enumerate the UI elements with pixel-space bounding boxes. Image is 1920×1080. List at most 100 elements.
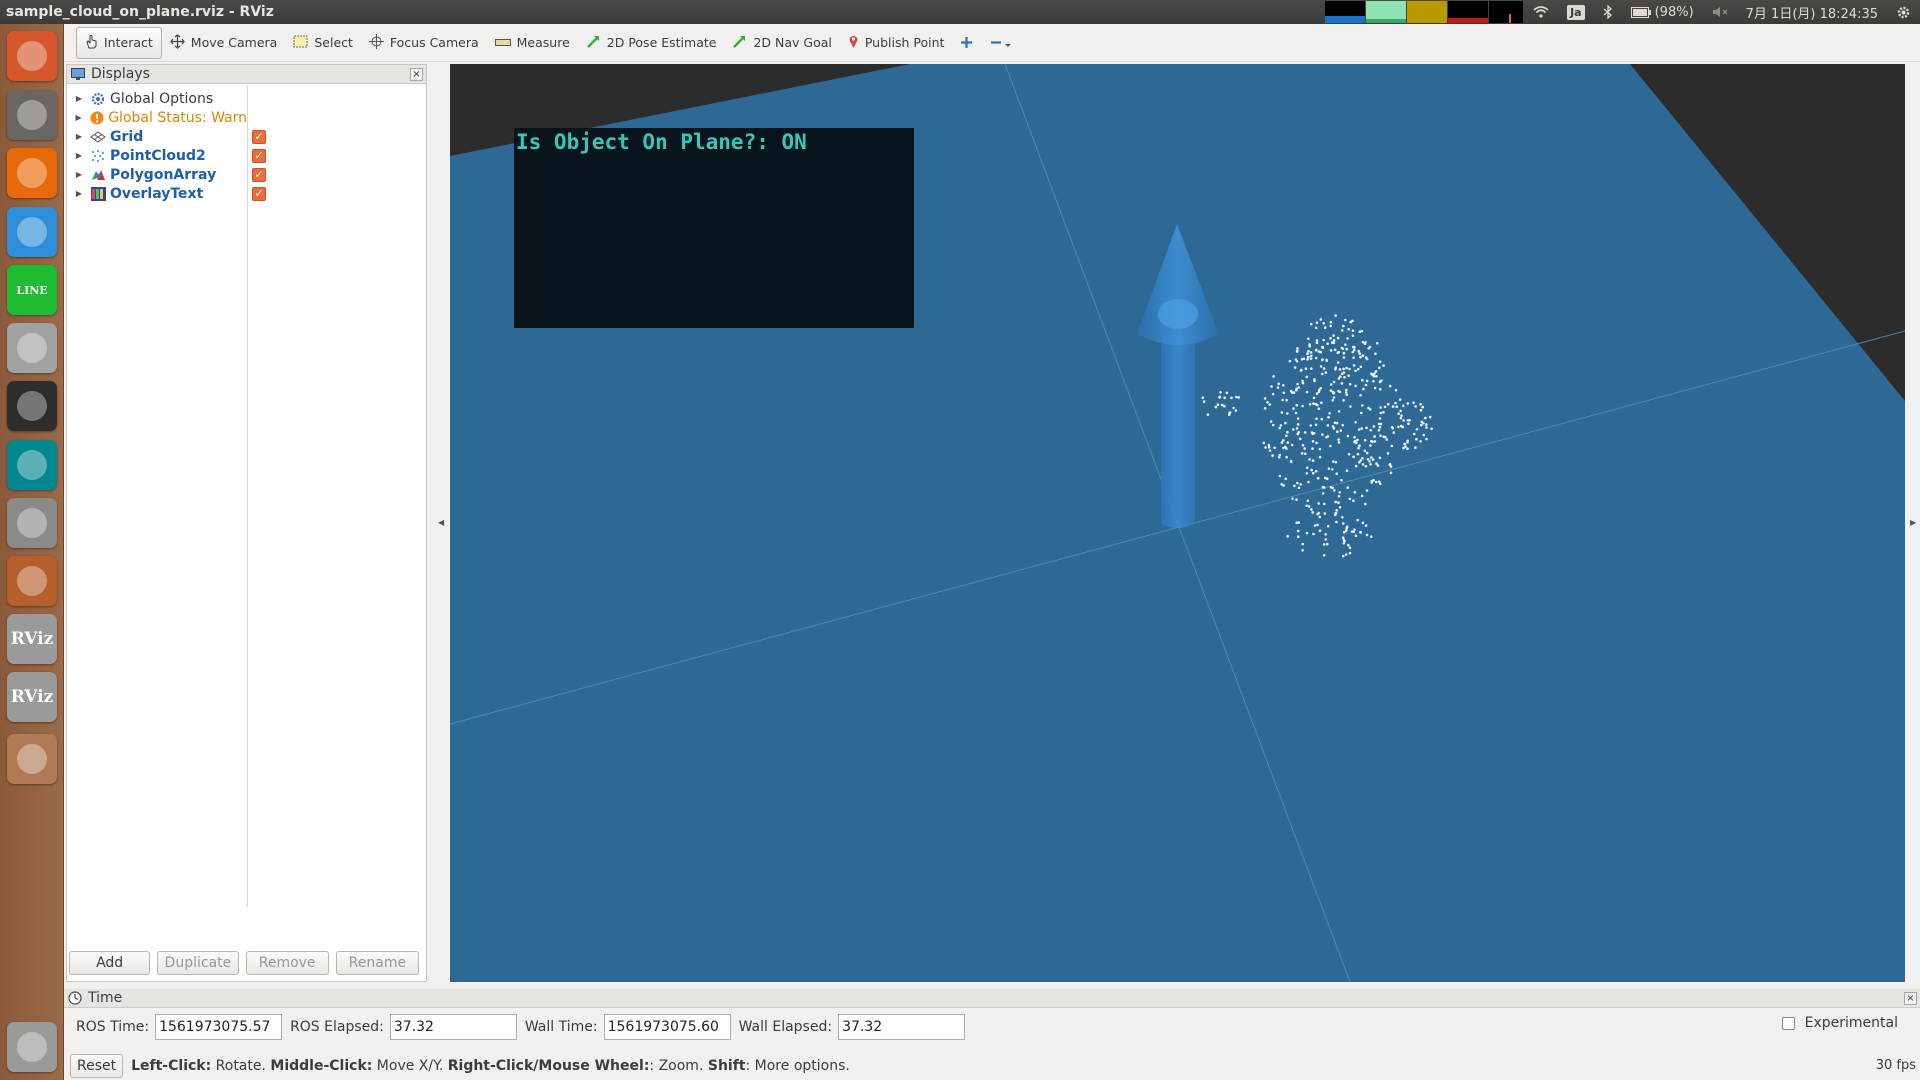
- reset-button[interactable]: Reset: [70, 1054, 124, 1078]
- display-item[interactable]: ▶ PolygonArray ✓: [67, 165, 266, 184]
- expand-arrow-icon[interactable]: ▶: [72, 113, 85, 122]
- close-icon[interactable]: ×: [1904, 992, 1917, 1005]
- help-more: : More options.: [745, 1058, 850, 1074]
- input-method-indicator[interactable]: Ja: [1567, 4, 1585, 20]
- launcher-trash-icon[interactable]: [7, 1022, 57, 1072]
- expand-arrow-icon[interactable]: ▶: [72, 151, 86, 160]
- display-item[interactable]: ▶ Global Options: [67, 89, 247, 108]
- gear-icon: [90, 91, 106, 107]
- tool-label: Publish Point: [864, 35, 945, 50]
- display-item[interactable]: ▶ Grid ✓: [67, 127, 266, 146]
- tool-label: 2D Nav Goal: [753, 35, 832, 50]
- wall-time-field[interactable]: 1561973075.60: [603, 1014, 731, 1040]
- launcher-ubuntu-dash-icon[interactable]: [7, 31, 57, 81]
- launcher-rviz-2-icon[interactable]: RViz: [7, 672, 57, 722]
- expand-arrow-icon[interactable]: ▶: [72, 132, 86, 141]
- wall-elapsed-label: Wall Elapsed:: [738, 1019, 833, 1035]
- display-item[interactable]: ▶ PointCloud2 ✓: [67, 146, 266, 165]
- tool-measure-button[interactable]: Measure: [487, 27, 578, 59]
- launcher-glyph: [17, 566, 47, 596]
- collapse-right-arrow-icon[interactable]: ▶: [1910, 518, 1916, 527]
- fps-counter: 30 fps: [1875, 1058, 1916, 1073]
- ros-time-field[interactable]: 1561973075.57: [155, 1014, 283, 1040]
- help-shift: Shift: [707, 1058, 746, 1074]
- help-right-click: Right-Click/Mouse Wheel:: [447, 1058, 650, 1074]
- tool-select-button[interactable]: Select: [285, 27, 361, 59]
- enable-checkbox[interactable]: ✓: [252, 168, 266, 182]
- select-rect-icon: [293, 35, 308, 51]
- tool-move-camera-button[interactable]: Move Camera: [162, 27, 286, 59]
- render-3d-view[interactable]: Is Object On Plane?: ON: [450, 64, 1905, 982]
- remove-tool-minus-icon[interactable]: [981, 27, 1021, 59]
- display-item[interactable]: ▶ OverlayText ✓: [67, 184, 266, 203]
- collapse-left-arrow-icon[interactable]: ◀: [438, 518, 444, 527]
- net-graph[interactable]: [1448, 1, 1489, 23]
- battery-icon: [1630, 6, 1651, 18]
- wall-time-label: Wall Time:: [524, 1019, 598, 1035]
- time-fields: ROS Time: 1561973075.57 ROS Elapsed: 37.…: [64, 1008, 1920, 1046]
- displays-title: Displays: [91, 66, 150, 82]
- launcher-rviz-1-icon[interactable]: RViz: [7, 614, 57, 664]
- launcher-arduino-icon[interactable]: [7, 440, 57, 490]
- rename-button[interactable]: Rename: [335, 951, 419, 975]
- add-button[interactable]: Add: [69, 951, 151, 975]
- cpu-graph[interactable]: [1325, 1, 1366, 23]
- battery-percent: (98%): [1654, 4, 1694, 20]
- launcher-files-icon[interactable]: [7, 90, 57, 140]
- launcher-firefox-icon[interactable]: [7, 148, 57, 198]
- close-icon[interactable]: ×: [410, 68, 423, 81]
- launcher-glyph: [17, 41, 47, 71]
- clock[interactable]: 7月 1日(月) 18:24:35: [1746, 3, 1878, 22]
- ros-elapsed-field[interactable]: 37.32: [389, 1014, 517, 1040]
- launcher-disks-icon[interactable]: [7, 323, 57, 373]
- time-header: Time ×: [64, 989, 1920, 1008]
- tool-label: Focus Camera: [389, 35, 479, 50]
- bluetooth-icon[interactable]: [1603, 5, 1613, 19]
- tool-interact-button[interactable]: Interact: [76, 26, 162, 59]
- launcher-settings-icon[interactable]: [7, 556, 57, 606]
- displays-panel: Displays × ▶ Global Options ▶ Global Status…: [66, 64, 427, 982]
- launcher-workspaces-icon[interactable]: [7, 734, 57, 784]
- display-item[interactable]: ▶ Global Status: Warn: [67, 108, 248, 127]
- window-title: sample_cloud_on_plane.rviz - RViz: [6, 4, 274, 20]
- tool-2d-nav-goal-button[interactable]: 2D Nav Goal: [724, 27, 839, 59]
- disk-graph[interactable]: [1489, 1, 1524, 23]
- expand-arrow-icon[interactable]: ▶: [72, 94, 86, 103]
- volume-muted-icon[interactable]: [1712, 6, 1728, 18]
- remove-button[interactable]: Remove: [245, 951, 329, 975]
- launcher-glyph: [17, 100, 47, 130]
- system-tray: Ja (98%) 7月 1日(月) 18:24:35: [1325, 0, 1920, 24]
- launcher-terminal-icon[interactable]: [7, 381, 57, 431]
- battery-indicator[interactable]: (98%): [1630, 4, 1694, 20]
- launcher-glyph: [17, 158, 47, 188]
- top-panel: sample_cloud_on_plane.rviz - RViz Ja (98…: [0, 0, 1920, 24]
- power-gear-icon[interactable]: [1896, 5, 1911, 20]
- tool-label: Interact: [104, 35, 153, 50]
- expand-arrow-icon[interactable]: ▶: [72, 170, 86, 179]
- tool-label: Move Camera: [190, 35, 278, 50]
- swap-graph[interactable]: [1407, 1, 1448, 23]
- expand-arrow-icon[interactable]: ▶: [72, 189, 86, 198]
- launcher-glyph: [17, 1032, 47, 1062]
- wifi-icon[interactable]: [1533, 5, 1549, 19]
- launcher-camera-icon[interactable]: [7, 498, 57, 548]
- tool-2d-pose-estimate-button[interactable]: 2D Pose Estimate: [578, 27, 725, 59]
- move-icon: [170, 33, 185, 52]
- enable-checkbox[interactable]: ✓: [252, 149, 266, 163]
- launcher-line-icon[interactable]: LINE: [7, 265, 57, 315]
- add-tool-plus-icon[interactable]: [952, 27, 981, 59]
- memory-graph[interactable]: [1366, 1, 1407, 23]
- enable-checkbox[interactable]: ✓: [252, 130, 266, 144]
- launcher-label: RViz: [10, 629, 54, 649]
- tool-publish-point-button[interactable]: Publish Point: [840, 27, 953, 59]
- experimental-toggle[interactable]: Experimental: [1781, 1015, 1898, 1031]
- tool-focus-camera-button[interactable]: Focus Camera: [361, 27, 487, 59]
- wall-elapsed-field[interactable]: 37.32: [838, 1014, 966, 1040]
- duplicate-button[interactable]: Duplicate: [157, 951, 239, 975]
- experimental-label: Experimental: [1804, 1015, 1898, 1031]
- launcher-chrome-icon[interactable]: [7, 207, 57, 257]
- overlay-text-label: Is Object On Plane?: ON: [516, 130, 807, 154]
- display-item-label: PointCloud2: [110, 147, 206, 164]
- experimental-checkbox[interactable]: [1781, 1016, 1795, 1030]
- enable-checkbox[interactable]: ✓: [252, 187, 266, 201]
